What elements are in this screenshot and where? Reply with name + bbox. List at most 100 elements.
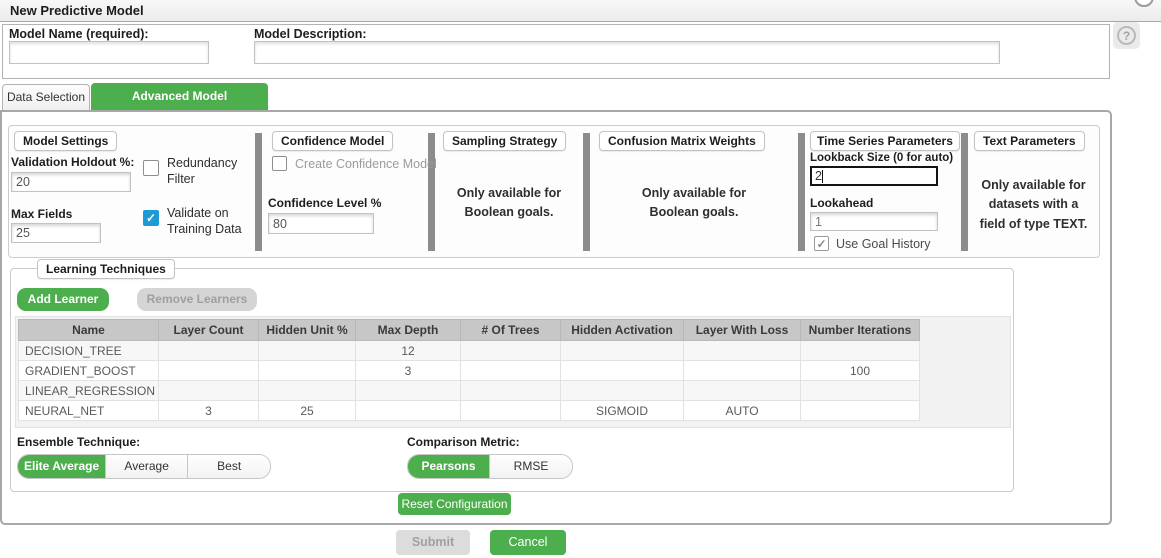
- confidence-model-legend: Confidence Model: [272, 131, 394, 151]
- dialog-header: New Predictive Model: [0, 0, 1161, 22]
- comparison-metric-group: Pearsons RMSE: [407, 454, 573, 479]
- comparison-metric-label: Comparison Metric:: [407, 435, 520, 449]
- use-goal-history-checkbox[interactable]: [814, 236, 829, 251]
- section-divider: [798, 133, 805, 251]
- ensemble-technique-group: Elite Average Average Best: [17, 454, 272, 479]
- validation-holdout-label: Validation Holdout %:: [11, 155, 135, 169]
- learner-value-cell: [800, 400, 920, 421]
- ensemble-technique-label: Ensemble Technique:: [17, 435, 141, 449]
- learners-table-container: Name Layer Count Hidden Unit % Max Depth # O…: [15, 316, 1011, 428]
- learner-value-cell: [560, 380, 684, 401]
- section-divider: [583, 133, 590, 251]
- column-header[interactable]: # Of Trees: [460, 319, 561, 341]
- lookahead-input[interactable]: [810, 212, 938, 231]
- learner-value-cell: 12: [355, 340, 461, 361]
- learner-value-cell: [158, 340, 259, 361]
- create-confidence-label: Create Confidence Model: [295, 157, 437, 171]
- confusion-matrix-legend: Confusion Matrix Weights: [599, 131, 765, 151]
- model-info-panel: Model Name (required): Model Description…: [2, 24, 1110, 79]
- learner-value-cell: [800, 340, 920, 361]
- learner-value-cell: [258, 340, 356, 361]
- sampling-strategy-legend: Sampling Strategy: [443, 131, 567, 151]
- confidence-level-input[interactable]: [268, 213, 374, 234]
- learner-value-cell: SIGMOID: [560, 400, 684, 421]
- cancel-button[interactable]: Cancel: [490, 530, 566, 555]
- max-fields-label: Max Fields: [11, 207, 73, 221]
- ensemble-option-elite-average[interactable]: Elite Average: [18, 455, 107, 478]
- learner-value-cell: 3: [355, 360, 461, 381]
- create-confidence-checkbox[interactable]: [272, 156, 287, 171]
- remove-learners-button: Remove Learners: [137, 288, 257, 311]
- section-sampling-strategy: Sampling Strategy Only available for Boo…: [435, 126, 583, 257]
- window-circle-icon: [1134, 0, 1154, 7]
- advanced-configuration-panel: Model Settings Validation Holdout %: Max…: [0, 110, 1112, 525]
- column-header[interactable]: Max Depth: [355, 319, 461, 341]
- section-divider: [255, 133, 262, 251]
- tab-data-selection[interactable]: Data Selection: [2, 84, 90, 110]
- learner-value-cell: [560, 340, 684, 361]
- ensemble-option-best[interactable]: Best: [188, 455, 271, 478]
- column-header[interactable]: Layer With Loss: [683, 319, 801, 341]
- learner-value-cell: [460, 360, 561, 381]
- max-fields-input[interactable]: [11, 223, 101, 243]
- section-text-parameters: Text Parameters Only available for datas…: [968, 126, 1099, 257]
- tab-advanced-model-configuration[interactable]: Advanced Model Configuration: [91, 83, 268, 130]
- column-header[interactable]: Hidden Unit %: [258, 319, 356, 341]
- learner-name-cell: DECISION_TREE: [18, 340, 159, 361]
- redundancy-filter-checkbox[interactable]: [143, 160, 159, 176]
- use-goal-history-label: Use Goal History: [836, 237, 931, 251]
- model-name-input[interactable]: [9, 41, 209, 64]
- learning-techniques-legend: Learning Techniques: [37, 259, 175, 279]
- text-parameters-message: Only available for datasets with a field…: [979, 178, 1088, 231]
- model-settings-legend: Model Settings: [14, 131, 118, 151]
- learner-row[interactable]: GRADIENT_BOOST 3 100: [18, 360, 920, 381]
- learner-value-cell: 100: [800, 360, 920, 381]
- learner-value-cell: [683, 360, 801, 381]
- lookback-size-label: Lookback Size (0 for auto): [810, 152, 954, 164]
- add-learner-button[interactable]: Add Learner: [17, 288, 109, 311]
- confusion-matrix-message: Only available for Boolean goals.: [641, 186, 747, 220]
- learner-value-cell: [355, 400, 461, 421]
- ensemble-option-average[interactable]: Average: [106, 455, 189, 478]
- learner-value-cell: [258, 360, 356, 381]
- new-predictive-model-dialog: New Predictive Model Model Name (require…: [0, 0, 1161, 558]
- column-header[interactable]: Hidden Activation: [560, 319, 684, 341]
- sampling-strategy-message: Only available for Boolean goals.: [456, 186, 562, 220]
- validate-training-checkbox[interactable]: [143, 210, 159, 226]
- learner-row[interactable]: DECISION_TREE 12: [18, 340, 920, 361]
- learner-value-cell: [460, 400, 561, 421]
- learning-techniques-fieldset: Learning Techniques Add Learner Remove L…: [10, 259, 1014, 492]
- learner-row[interactable]: LINEAR_REGRESSION: [18, 380, 920, 401]
- learner-value-cell: [683, 340, 801, 361]
- column-header[interactable]: Layer Count: [158, 319, 259, 341]
- section-time-series: Time Series Parameters Lookback Size (0 …: [805, 126, 961, 257]
- learner-value-cell: [460, 340, 561, 361]
- redundancy-filter-label: Redundancy Filter: [167, 156, 238, 186]
- help-button[interactable]: ?: [1113, 22, 1140, 49]
- learners-table-header-row: Name Layer Count Hidden Unit % Max Depth # O…: [18, 319, 920, 341]
- reset-configuration-button[interactable]: Reset Configuration: [398, 493, 511, 515]
- learners-table: Name Layer Count Hidden Unit % Max Depth # O…: [18, 319, 920, 421]
- time-series-legend: Time Series Parameters: [810, 131, 960, 151]
- parameter-sections-row: Model Settings Validation Holdout %: Max…: [8, 125, 1100, 258]
- lookback-size-input[interactable]: 2: [810, 166, 938, 186]
- text-parameters-legend: Text Parameters: [974, 131, 1085, 151]
- model-description-input[interactable]: [254, 41, 1000, 64]
- submit-button: Submit: [396, 530, 470, 555]
- validation-holdout-input[interactable]: [11, 172, 131, 192]
- dialog-title: New Predictive Model: [10, 3, 144, 18]
- learner-value-cell: [355, 380, 461, 401]
- metric-option-rmse[interactable]: RMSE: [490, 455, 572, 478]
- confidence-level-label: Confidence Level %: [268, 196, 382, 210]
- model-name-label: Model Name (required):: [9, 27, 149, 41]
- metric-option-pearsons[interactable]: Pearsons: [408, 455, 490, 478]
- section-model-settings: Model Settings Validation Holdout %: Max…: [9, 126, 255, 257]
- text-cursor: [821, 169, 823, 183]
- learner-row[interactable]: NEURAL_NET 3 25 SIGMOID AUTO: [18, 400, 920, 421]
- learner-value-cell: [158, 380, 259, 401]
- learner-name-cell: NEURAL_NET: [18, 400, 159, 421]
- learner-value-cell: 25: [258, 400, 356, 421]
- learner-value-cell: 3: [158, 400, 259, 421]
- column-header[interactable]: Name: [18, 319, 159, 341]
- column-header[interactable]: Number Iterations: [800, 319, 920, 341]
